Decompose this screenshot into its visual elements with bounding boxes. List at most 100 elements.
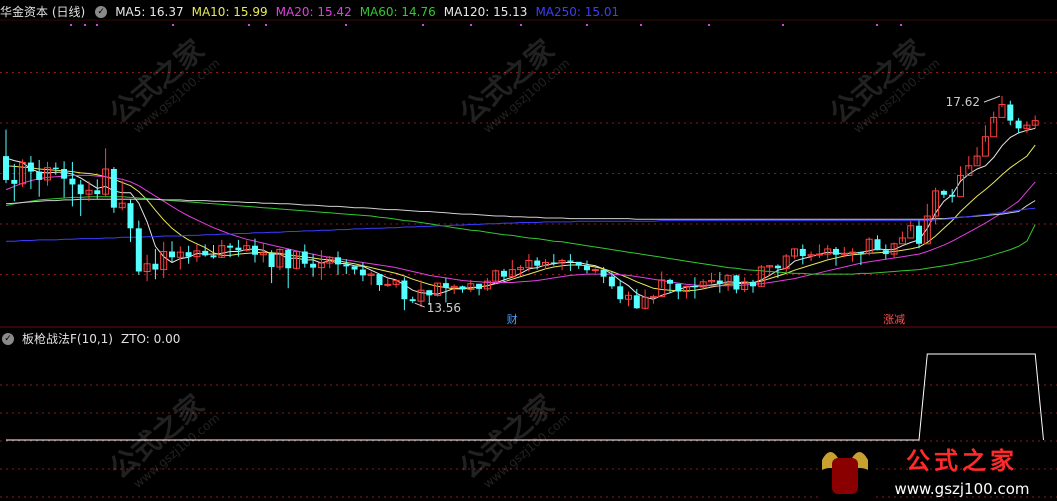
top-marker — [422, 24, 424, 26]
candle — [990, 111, 998, 138]
candle — [658, 271, 666, 298]
stock-chart[interactable]: 17.6213.56财 涨减公式之家www.gszj100.com 公式之家www.… — [0, 0, 1057, 501]
candle-body — [210, 255, 217, 258]
candle — [691, 277, 698, 299]
ma60-label: MA60: 14.76 — [359, 5, 436, 19]
candle-body — [185, 252, 192, 257]
candle-body — [310, 263, 317, 268]
top-marker — [586, 24, 588, 26]
candle — [409, 296, 416, 304]
candle-body — [94, 190, 101, 195]
candle — [882, 244, 889, 260]
indicator-header: ✓ 板枪战法F(10,1) ZTO: 0.00 — [0, 330, 188, 348]
top-marker — [70, 24, 72, 26]
top-marker — [520, 24, 522, 26]
event-label-zhangjian: 涨减 — [883, 313, 905, 326]
candle — [259, 242, 267, 263]
candle — [102, 148, 110, 197]
candle — [127, 199, 134, 242]
candle — [973, 147, 981, 167]
candle — [675, 283, 682, 300]
candle-body — [675, 283, 682, 292]
candle-body — [52, 167, 59, 169]
candle — [77, 179, 84, 217]
candle — [501, 268, 507, 282]
candle-body — [127, 203, 134, 229]
candle-body — [476, 283, 483, 289]
candle-body — [501, 270, 507, 277]
top-marker — [900, 24, 902, 26]
stock-title: 华金资本 (日线) — [0, 5, 86, 19]
candle-body — [3, 156, 9, 180]
candle-body — [135, 228, 142, 272]
candle — [118, 180, 126, 211]
top-marker — [172, 24, 174, 26]
candle-body — [667, 279, 673, 284]
settings-circle-icon[interactable]: ✓ — [95, 6, 108, 18]
candle — [940, 189, 947, 198]
watermark: 公式之家www.gszj100.com — [453, 33, 572, 136]
candle — [376, 274, 383, 291]
candle-body — [567, 260, 574, 262]
logo-url: www.gszj100.com — [894, 480, 1029, 498]
candle-body — [617, 286, 624, 300]
candle — [52, 162, 59, 175]
candle-body — [351, 266, 358, 270]
candle — [160, 241, 168, 278]
candle-body — [426, 290, 433, 296]
candle — [185, 245, 192, 264]
candle-body — [874, 239, 881, 251]
indicator-settings-icon[interactable]: ✓ — [2, 333, 14, 345]
candle — [276, 248, 284, 271]
candle-body — [335, 257, 341, 265]
candle — [1015, 118, 1022, 134]
candle-body — [799, 248, 806, 257]
candle — [799, 244, 806, 265]
candle — [782, 254, 790, 273]
candle-body — [633, 295, 640, 309]
candle — [351, 266, 358, 275]
candle — [301, 244, 308, 268]
ma10-label: MA10: 15.99 — [191, 5, 268, 19]
candle-body — [815, 253, 823, 256]
ma20-label: MA20: 15.42 — [275, 5, 352, 19]
candle — [36, 159, 43, 197]
candle — [483, 277, 491, 291]
candle-body — [169, 251, 175, 258]
candle — [243, 240, 251, 252]
candle — [285, 248, 292, 289]
watermark: 公式之家www.gszj100.com — [103, 33, 222, 136]
top-marker — [470, 24, 472, 26]
candle-body — [442, 283, 449, 288]
candle-body — [409, 299, 416, 302]
candle-body — [750, 281, 756, 287]
candle — [384, 277, 392, 287]
ma250-label: MA250: 15.01 — [535, 5, 620, 19]
candle — [716, 272, 723, 293]
candle — [27, 156, 34, 189]
candle-body — [534, 260, 541, 266]
candle — [110, 167, 117, 213]
candle-body — [584, 265, 590, 271]
candle-body — [691, 286, 698, 288]
candle — [434, 282, 442, 297]
candle-body — [1007, 104, 1014, 121]
candle — [1031, 115, 1039, 129]
candle-body — [401, 280, 408, 300]
high-arrow — [983, 95, 1001, 103]
candle-body — [857, 252, 864, 254]
candle-body — [227, 245, 234, 248]
bull-head-icon — [832, 458, 858, 494]
candle-body — [36, 171, 43, 180]
candle — [367, 271, 375, 286]
candle — [476, 283, 483, 296]
low-price-label: 13.56 — [427, 301, 461, 315]
candle — [343, 259, 350, 275]
candle — [268, 250, 275, 284]
candle-body — [61, 168, 68, 179]
event-label-cai: 财 — [507, 312, 518, 326]
candle — [667, 278, 673, 294]
candle — [807, 251, 815, 262]
candle-body — [343, 264, 350, 267]
candle — [94, 179, 101, 199]
